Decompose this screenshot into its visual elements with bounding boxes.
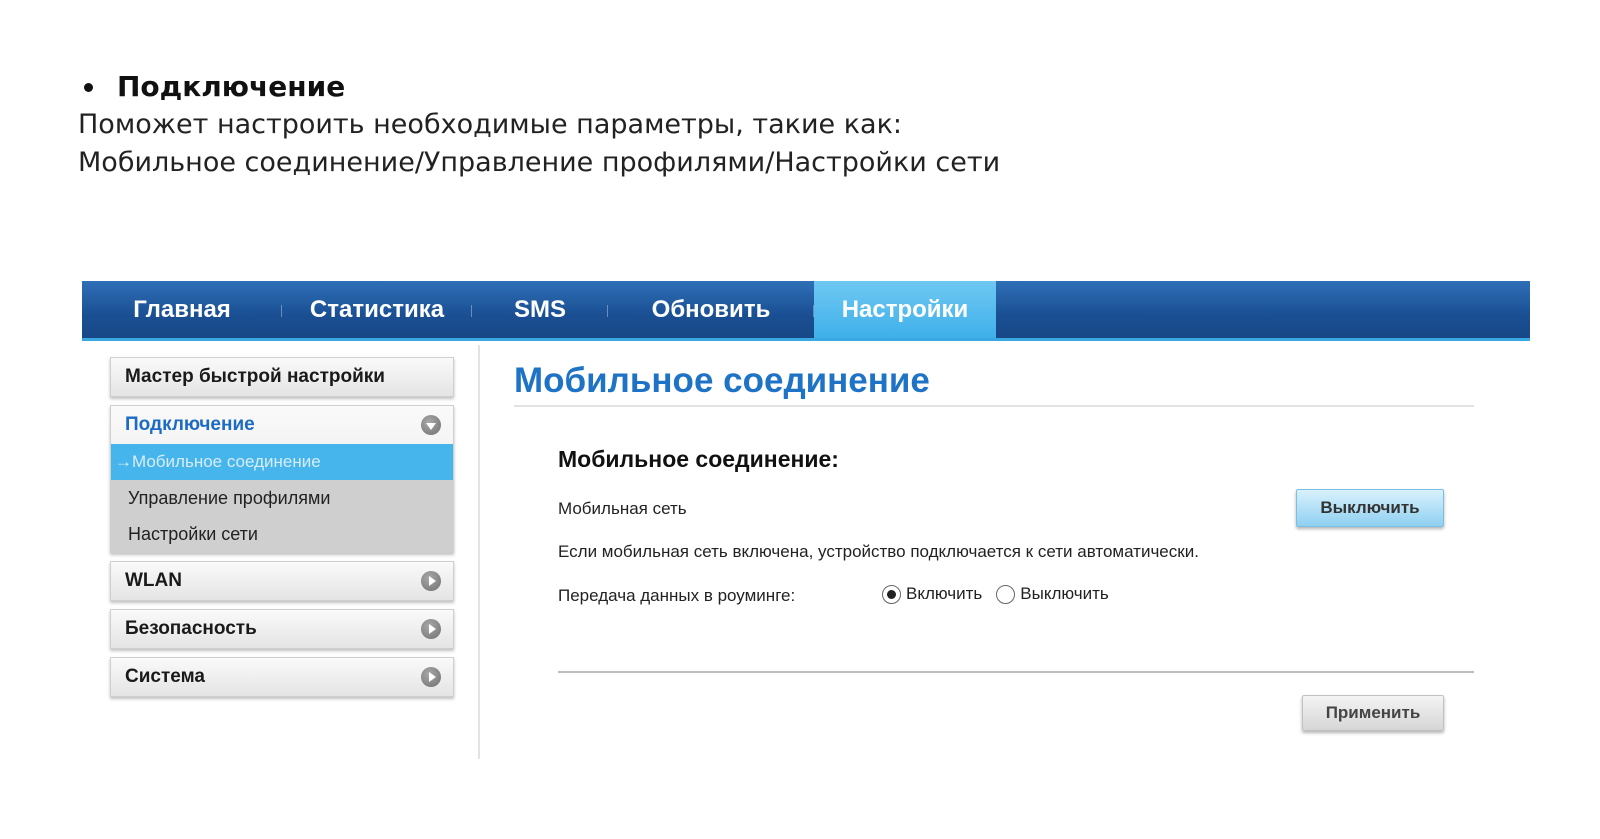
apply-button[interactable]: Применить xyxy=(1302,695,1444,731)
tab-statistics-label: Статистика xyxy=(309,295,445,323)
title-divider xyxy=(514,405,1474,407)
expand-icon xyxy=(421,667,441,687)
sidebar-item-security[interactable]: Безопасность xyxy=(110,609,454,649)
connection-label: Подключение xyxy=(125,414,255,435)
sidebar-item-profile-management[interactable]: Управление профилями xyxy=(111,480,453,516)
roaming-on-option[interactable]: Включить xyxy=(882,584,982,604)
tab-sms-label: SMS xyxy=(513,295,566,323)
sidebar-group-connection: Подключение →Мобильное соединение Управл… xyxy=(110,405,454,553)
tab-home-label: Главная xyxy=(133,295,231,323)
tab-update-label: Обновить xyxy=(651,295,771,323)
quick-setup-label: Мастер быстрой настройки xyxy=(125,366,385,387)
sidebar-item-connection[interactable]: Подключение xyxy=(111,406,453,444)
radio-selected-icon[interactable] xyxy=(882,584,901,604)
expand-icon xyxy=(421,619,441,639)
tab-statistics[interactable]: Статистика xyxy=(282,281,472,338)
roaming-off-label: Выключить xyxy=(1020,584,1109,603)
expand-icon xyxy=(421,571,441,591)
sidebar-item-system[interactable]: Система xyxy=(110,657,454,697)
security-label: Безопасность xyxy=(125,618,257,639)
tab-update[interactable]: Обновить xyxy=(608,281,814,338)
tab-sms[interactable]: SMS xyxy=(472,281,608,338)
info-text: Если мобильная сеть включена, устройство… xyxy=(558,542,1199,561)
sidebar-item-mobile-connection[interactable]: →Мобильное соединение xyxy=(111,444,453,480)
intro-line-1: Поможет настроить необходимые параметры,… xyxy=(78,109,902,140)
document-intro: Подключение Поможет настроить необходимы… xyxy=(78,68,1518,182)
connection-submenu: →Мобильное соединение Управление профиля… xyxy=(111,444,453,552)
roaming-label: Передача данных в роуминге: xyxy=(558,586,796,605)
tab-settings-label: Настройки xyxy=(841,295,969,323)
tab-home[interactable]: Главная xyxy=(82,281,282,338)
sidebar-item-quick-setup[interactable]: Мастер быстрой настройки xyxy=(110,357,454,397)
section-title: Мобильное соединение: xyxy=(558,446,839,472)
system-label: Система xyxy=(125,666,205,687)
sidebar: Мастер быстрой настройки Подключение →Мо… xyxy=(110,357,454,705)
form-divider xyxy=(558,671,1474,673)
collapse-icon xyxy=(421,415,441,435)
roaming-radio-group: Включить Выключить xyxy=(882,584,1123,604)
top-navigation: Главная Статистика SMS Обновить Настройк… xyxy=(82,281,1530,341)
roaming-on-label: Включить xyxy=(906,584,983,603)
bullet-icon xyxy=(84,82,93,92)
mobile-network-toggle-button[interactable]: Выключить xyxy=(1296,489,1444,527)
sidebar-item-network-settings[interactable]: Настройки сети xyxy=(111,516,453,552)
mobile-network-label: Мобильная сеть xyxy=(558,499,687,518)
wlan-label: WLAN xyxy=(125,570,182,591)
sidebar-item-wlan[interactable]: WLAN xyxy=(110,561,454,601)
roaming-off-option[interactable]: Выключить xyxy=(996,584,1109,604)
intro-title: Подключение xyxy=(117,70,346,103)
page-title: Мобильное соединение xyxy=(514,361,930,400)
sidebar-divider xyxy=(478,345,480,759)
tab-settings[interactable]: Настройки xyxy=(814,281,996,338)
radio-unselected-icon[interactable] xyxy=(996,584,1016,604)
router-web-ui: Главная Статистика SMS Обновить Настройк… xyxy=(82,281,1530,759)
intro-heading: Подключение xyxy=(78,68,1518,106)
intro-line-2: Мобильное соединение/Управление профилям… xyxy=(78,147,1001,178)
